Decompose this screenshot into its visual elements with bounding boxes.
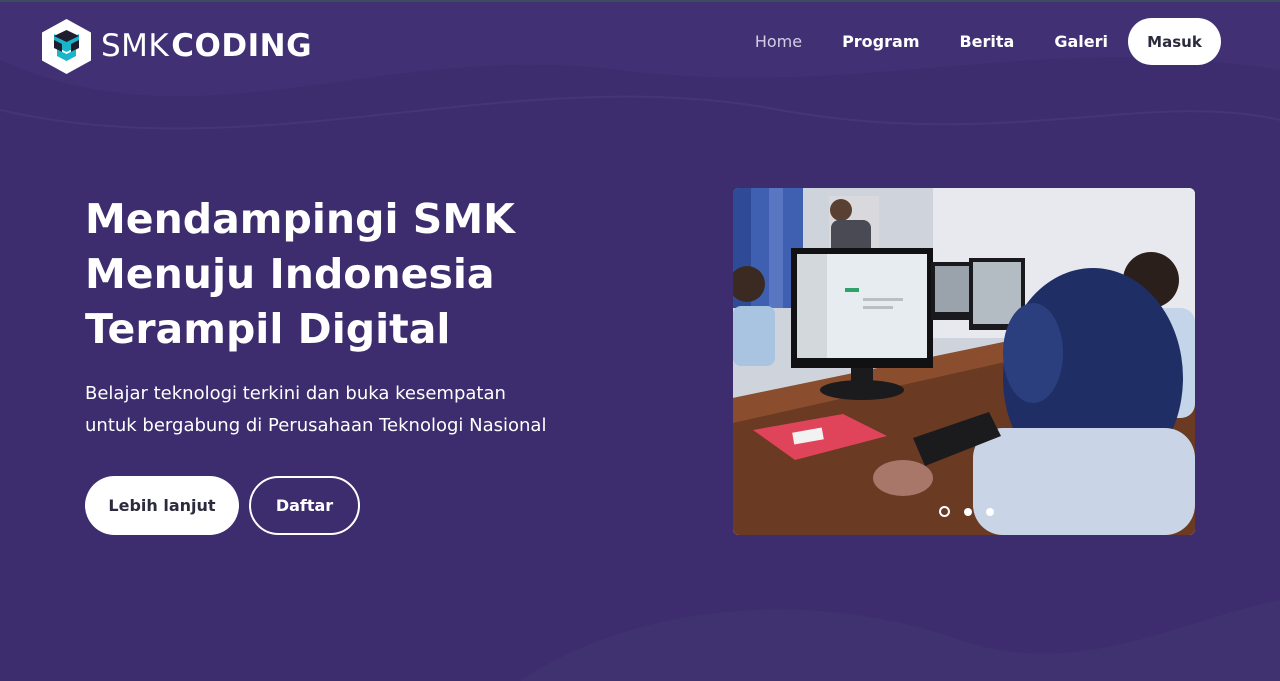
carousel-slide-image bbox=[733, 188, 1195, 535]
hero-carousel[interactable] bbox=[733, 188, 1195, 535]
nav-galeri[interactable]: Galeri bbox=[1054, 32, 1108, 51]
brand-logo[interactable]: SMK CODING bbox=[38, 18, 312, 74]
hero-title-line: Terampil Digital bbox=[85, 305, 451, 353]
hero-subtitle: Belajar teknologi terkini dan buka kesem… bbox=[85, 378, 645, 442]
brand-name-part2: CODING bbox=[171, 28, 313, 64]
hero-title-line: Menuju Indonesia bbox=[85, 250, 495, 298]
carousel-indicators bbox=[733, 506, 1195, 517]
carousel-dot[interactable] bbox=[985, 507, 994, 516]
brand-name-part1: SMK bbox=[101, 28, 170, 64]
nav-home[interactable]: Home bbox=[755, 32, 802, 51]
hero-title: Mendampingi SMK Menuju Indonesia Terampi… bbox=[85, 192, 645, 357]
register-button[interactable]: Daftar bbox=[249, 476, 360, 535]
main-nav: Home Program Berita Galeri Masuk bbox=[755, 18, 1221, 65]
learn-more-button[interactable]: Lebih lanjut bbox=[85, 476, 239, 535]
hero-actions: Lebih lanjut Daftar bbox=[85, 476, 360, 535]
carousel-dot[interactable] bbox=[963, 507, 972, 516]
hero-subtitle-line: Belajar teknologi terkini dan buka kesem… bbox=[85, 383, 506, 404]
site-header: SMK CODING Home Program Berita Galeri Ma… bbox=[0, 0, 1280, 92]
hero-subtitle-line: untuk bergabung di Perusahaan Teknologi … bbox=[85, 415, 547, 436]
login-button[interactable]: Masuk bbox=[1128, 18, 1221, 65]
nav-program[interactable]: Program bbox=[842, 32, 919, 51]
carousel-dot[interactable] bbox=[938, 506, 950, 517]
smk-coding-logo-icon bbox=[42, 18, 91, 74]
hero-title-line: Mendampingi SMK bbox=[85, 195, 515, 243]
nav-berita[interactable]: Berita bbox=[959, 32, 1014, 51]
